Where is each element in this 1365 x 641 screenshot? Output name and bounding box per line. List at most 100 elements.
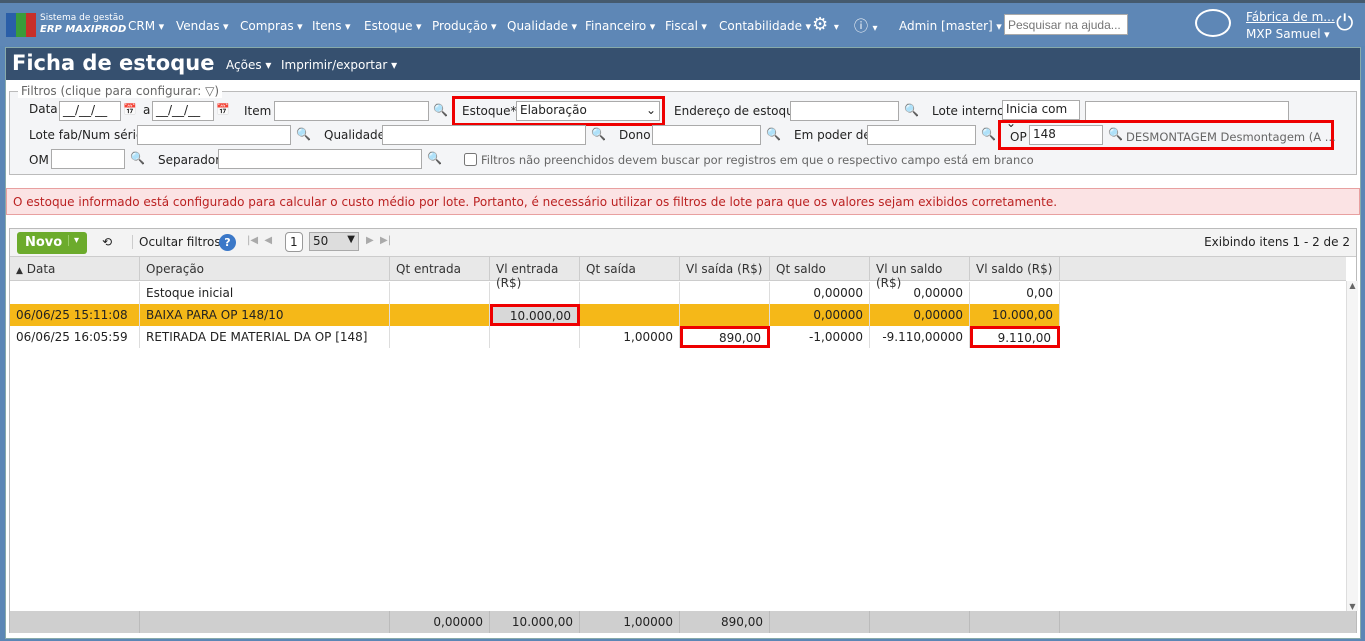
print-export-menu[interactable]: Imprimir/exportar bbox=[281, 58, 397, 72]
power-icon[interactable]: ⏻ bbox=[1336, 11, 1353, 36]
op-input[interactable]: 148 bbox=[1029, 125, 1103, 145]
table-cell: 06/06/25 16:05:59 bbox=[10, 326, 140, 348]
endereco-input[interactable] bbox=[790, 101, 899, 121]
next-page-icon[interactable]: ▶ ▶| bbox=[366, 235, 391, 246]
total-cell bbox=[10, 611, 140, 633]
table-cell bbox=[390, 282, 490, 304]
em-poder-input[interactable] bbox=[867, 125, 976, 145]
nav-crm[interactable]: CRM bbox=[128, 19, 164, 33]
separador-input[interactable] bbox=[218, 149, 422, 169]
admin-menu[interactable]: Admin [master] bbox=[899, 19, 1002, 33]
total-cell: 0,00000 bbox=[390, 611, 490, 633]
table-cell bbox=[680, 304, 770, 326]
logo-icon bbox=[6, 13, 36, 37]
table-cell: 0,00000 bbox=[870, 304, 970, 326]
total-cell: 890,00 bbox=[680, 611, 770, 633]
total-cell: 10.000,00 bbox=[490, 611, 580, 633]
nav-itens[interactable]: Itens bbox=[312, 19, 351, 33]
calendar-icon[interactable]: 📅 bbox=[123, 103, 137, 116]
column-header[interactable]: Vl entrada (R$) bbox=[490, 257, 580, 290]
search-icon[interactable]: 🔍 bbox=[433, 103, 448, 117]
qualidade-input[interactable] bbox=[382, 125, 586, 145]
search-icon[interactable]: 🔍 bbox=[296, 127, 311, 141]
om-label: OM bbox=[29, 153, 49, 167]
company-link[interactable]: Fábrica de m... bbox=[1246, 10, 1335, 24]
date-from-input[interactable]: __/__/__ bbox=[59, 101, 121, 121]
hide-filters-button[interactable]: Ocultar filtros bbox=[132, 235, 221, 249]
nav-fiscal[interactable]: Fiscal bbox=[665, 19, 707, 33]
column-header[interactable]: Qt entrada bbox=[390, 257, 490, 281]
blank-filters-checkbox[interactable] bbox=[464, 153, 477, 166]
chat-icon[interactable] bbox=[1195, 9, 1231, 37]
actions-menu[interactable]: Ações bbox=[226, 58, 271, 72]
nav-qualidade[interactable]: Qualidade bbox=[507, 19, 577, 33]
nav-vendas[interactable]: Vendas bbox=[176, 19, 229, 33]
search-icon[interactable]: 🔍 bbox=[427, 151, 442, 165]
gear-icon[interactable]: ⚙ ▾ bbox=[812, 14, 839, 35]
first-page-icon[interactable]: |◀ ◀ bbox=[247, 235, 272, 246]
title-bar: Ficha de estoque Ações Imprimir/exportar bbox=[6, 48, 1360, 80]
calendar-icon[interactable]: 📅 bbox=[216, 103, 230, 116]
user-menu[interactable]: MXP Samuel bbox=[1246, 27, 1330, 41]
estoque-select[interactable]: Elaboração ⌄ bbox=[516, 101, 660, 121]
page-number[interactable]: 1 bbox=[285, 232, 303, 252]
total-cell bbox=[140, 611, 390, 633]
item-input[interactable] bbox=[274, 101, 429, 121]
total-cell bbox=[870, 611, 970, 633]
table-cell bbox=[580, 282, 680, 304]
help-icon[interactable]: ? bbox=[219, 234, 236, 251]
page-size-select[interactable]: 50 ▼ bbox=[309, 232, 359, 251]
column-header[interactable]: Vl un saldo (R$) bbox=[870, 257, 970, 290]
table-cell: 9.110,00 bbox=[970, 326, 1060, 348]
date-a-label: a bbox=[143, 103, 151, 117]
dono-label: Dono bbox=[619, 128, 651, 142]
search-icon[interactable]: 🔍 bbox=[981, 127, 996, 141]
nav-produção[interactable]: Produção bbox=[432, 19, 497, 33]
table-cell: BAIXA PARA OP 148/10 bbox=[140, 304, 390, 326]
top-navbar: Sistema de gestão ERP MAXIPROD CRM Vendas… bbox=[0, 0, 1365, 46]
search-icon[interactable]: 🔍 bbox=[766, 127, 781, 141]
lote-fab-input[interactable] bbox=[137, 125, 291, 145]
table-row[interactable]: 06/06/25 16:05:59 RETIRADA DE MATERIAL DA… bbox=[10, 326, 1060, 348]
logo-line1: Sistema de gestão bbox=[40, 13, 124, 23]
nav-estoque[interactable]: Estoque bbox=[364, 19, 422, 33]
search-icon[interactable]: 🔍 bbox=[591, 127, 606, 141]
help-icon[interactable]: ⓘ ▾ bbox=[854, 16, 877, 36]
table-cell: -9.110,00000 bbox=[870, 326, 970, 348]
help-search-input[interactable] bbox=[1004, 14, 1128, 35]
table-cell: 0,00000 bbox=[770, 282, 870, 304]
column-header[interactable]: ▲ Data bbox=[10, 257, 140, 281]
date-to-input[interactable]: __/__/__ bbox=[152, 101, 214, 121]
column-header[interactable]: Vl saldo (R$) bbox=[970, 257, 1060, 281]
filters-legend[interactable]: Filtros (clique para configurar: ▽) bbox=[18, 84, 223, 98]
column-header[interactable]: Qt saldo bbox=[770, 257, 870, 281]
table-cell bbox=[490, 326, 580, 348]
nav-contabilidade[interactable]: Contabilidade bbox=[719, 19, 811, 33]
table-cell: 10.000,00 bbox=[490, 304, 580, 326]
grid-header: ▲ Data Operação Qt entrada Vl entrada (R$) Q… bbox=[10, 257, 1346, 290]
estoque-label: Estoque* bbox=[462, 104, 517, 118]
column-header[interactable]: Vl saída (R$) bbox=[680, 257, 770, 281]
column-header[interactable]: Operação bbox=[140, 257, 390, 281]
table-cell: RETIRADA DE MATERIAL DA OP [148] bbox=[140, 326, 390, 348]
refresh-icon[interactable]: ⟲ bbox=[102, 235, 112, 249]
lote-interno-input[interactable] bbox=[1085, 101, 1289, 121]
separador-label: Separador bbox=[158, 153, 221, 167]
endereco-label: Endereço de estoque bbox=[674, 104, 802, 118]
lote-interno-mode-select[interactable]: Inicia com ⌄ bbox=[1002, 100, 1080, 130]
table-row[interactable]: 06/06/25 15:11:08 BAIXA PARA OP 148/10 10.… bbox=[10, 304, 1060, 326]
search-icon[interactable]: 🔍 bbox=[1108, 127, 1123, 141]
funnel-icon[interactable]: ▽ bbox=[205, 84, 214, 98]
dono-input[interactable] bbox=[652, 125, 761, 145]
table-cell bbox=[390, 304, 490, 326]
column-header[interactable]: Qt saída bbox=[580, 257, 680, 281]
search-icon[interactable]: 🔍 bbox=[130, 151, 145, 165]
nav-compras[interactable]: Compras bbox=[240, 19, 303, 33]
om-input[interactable] bbox=[51, 149, 125, 169]
vertical-scrollbar[interactable]: ▲ ▼ bbox=[1346, 281, 1358, 611]
table-row[interactable]: Estoque inicial 0,00000 0,00000 0,00 bbox=[10, 282, 1060, 304]
search-icon[interactable]: 🔍 bbox=[904, 103, 919, 117]
table-cell: 0,00000 bbox=[770, 304, 870, 326]
nav-financeiro[interactable]: Financeiro bbox=[585, 19, 655, 33]
new-button[interactable]: Novo ▾ bbox=[17, 232, 87, 254]
